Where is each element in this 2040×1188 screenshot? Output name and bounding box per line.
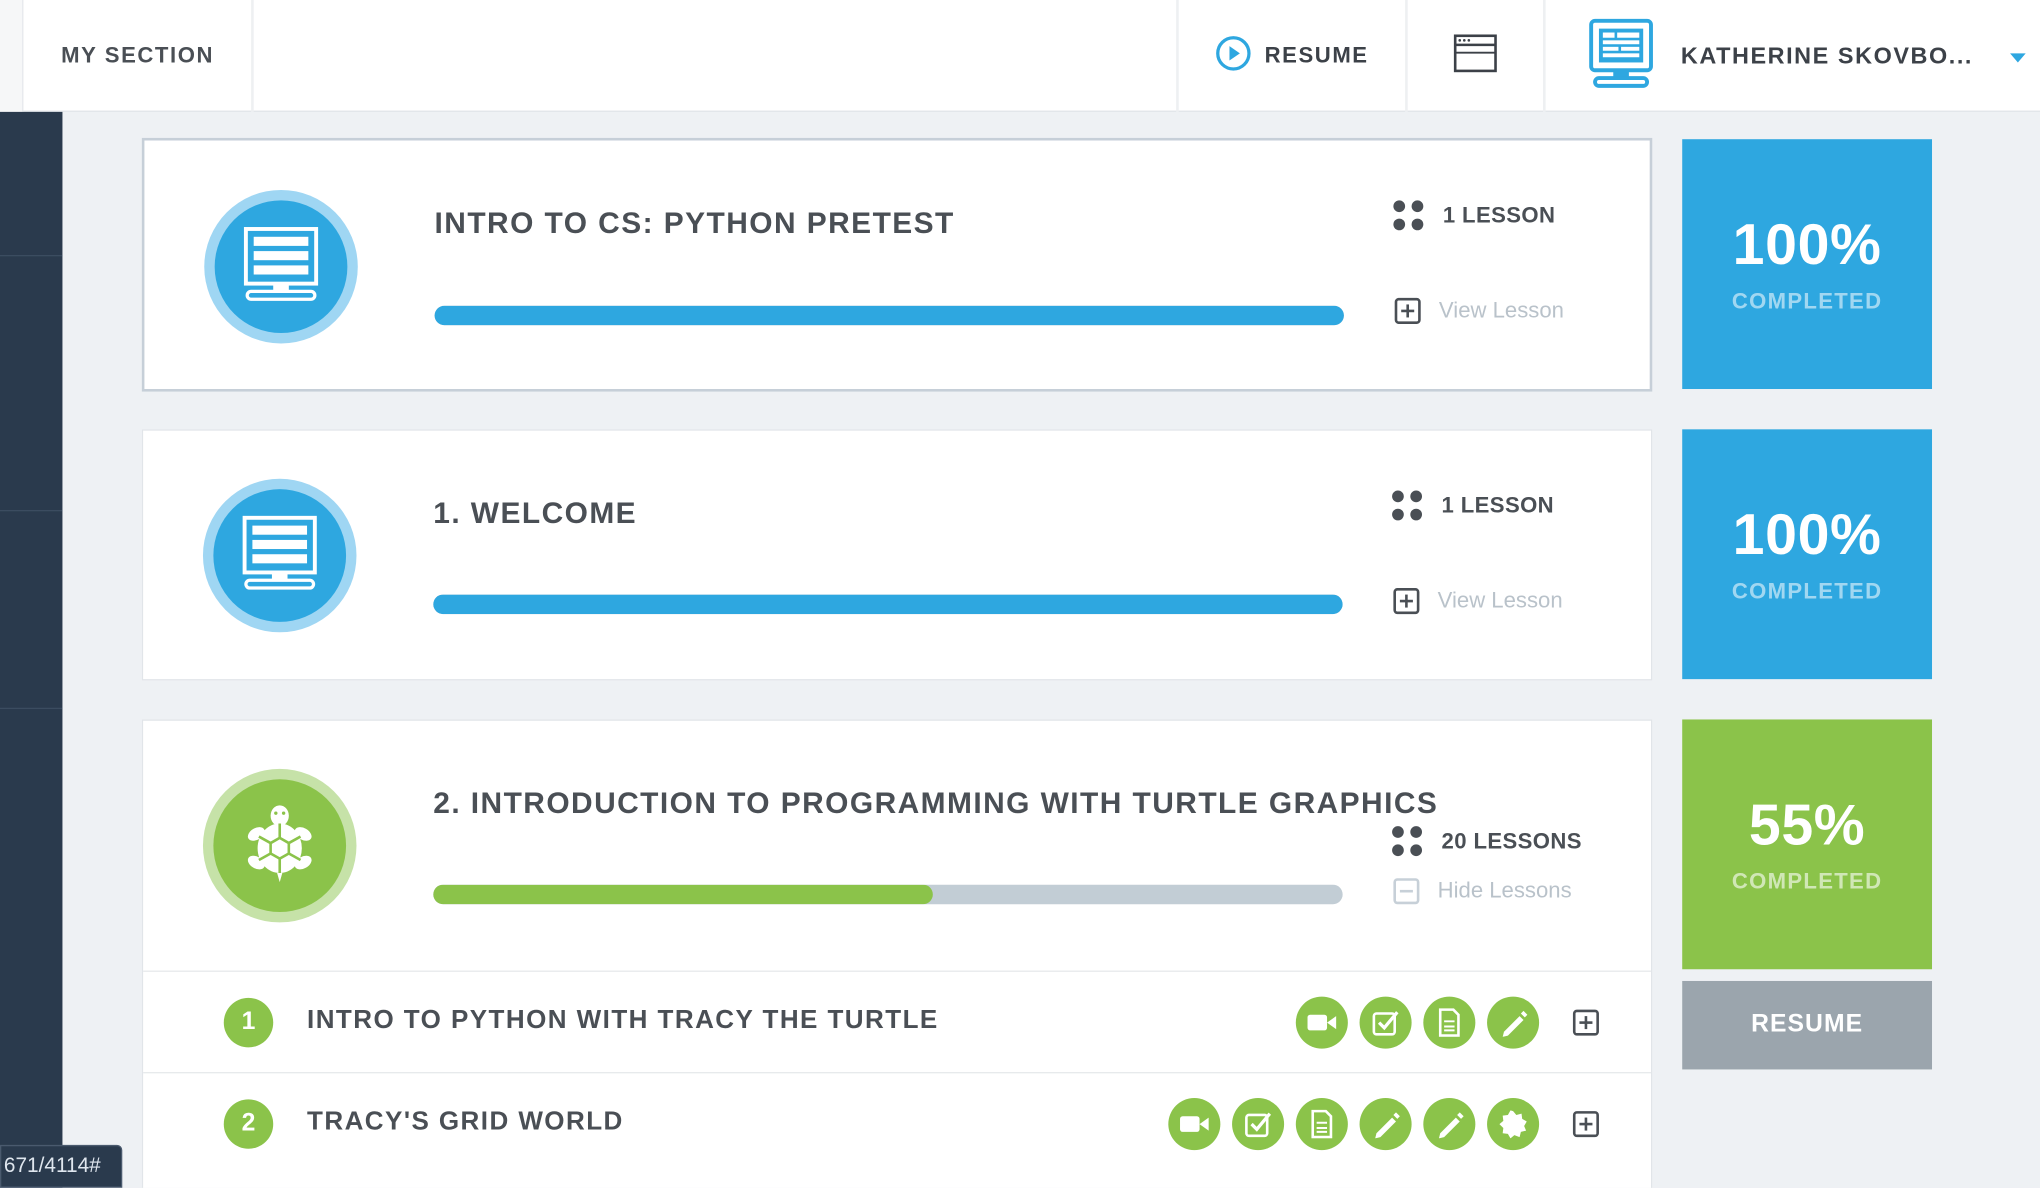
plus-box-icon bbox=[1393, 588, 1420, 615]
pencil-icon[interactable] bbox=[1359, 1098, 1412, 1151]
sidebar-divider bbox=[0, 509, 63, 512]
lesson-row[interactable]: 2 TRACY'S GRID WORLD bbox=[143, 1072, 1651, 1173]
module-emblem bbox=[202, 768, 357, 923]
module-card-pretest[interactable]: INTRO TO CS: PYTHON PRETEST 1 LESSON Vie… bbox=[141, 137, 1653, 392]
sidebar-divider bbox=[0, 707, 63, 710]
user-avatar-icon bbox=[1587, 16, 1655, 95]
completed-label: COMPLETED bbox=[1731, 578, 1883, 604]
checkbox-icon[interactable] bbox=[1359, 996, 1412, 1049]
module-emblem bbox=[204, 189, 358, 344]
module-card-turtle-graphics[interactable]: 2. INTRODUCTION TO PROGRAMMING WITH TURT… bbox=[141, 719, 1653, 1188]
sidebar-divider bbox=[0, 254, 63, 257]
module-progress-bar bbox=[433, 884, 1343, 905]
pencil-icon[interactable] bbox=[1423, 1098, 1476, 1151]
completion-percent: 100% bbox=[1732, 503, 1882, 568]
lesson-count-label: 1 LESSON bbox=[1441, 492, 1555, 518]
lesson-count-label: 1 LESSON bbox=[1442, 202, 1556, 228]
my-section-link[interactable]: MY SECTION bbox=[23, 0, 254, 112]
document-icon[interactable] bbox=[1423, 996, 1476, 1049]
hide-lessons-toggle[interactable]: Hide Lessons bbox=[1393, 878, 1572, 905]
module-emblem bbox=[202, 478, 357, 633]
completed-label: COMPLETED bbox=[1731, 869, 1883, 894]
plus-box-icon bbox=[1394, 297, 1421, 324]
minus-box-icon bbox=[1393, 878, 1420, 905]
view-lesson-label: View Lesson bbox=[1437, 588, 1563, 613]
user-menu[interactable]: KATHERINE SKOVBO... bbox=[1546, 0, 2040, 112]
user-name: KATHERINE SKOVBO... bbox=[1680, 42, 1973, 69]
module-title[interactable]: 1. WELCOME bbox=[433, 496, 637, 531]
video-icon[interactable] bbox=[1168, 1098, 1221, 1151]
completion-box: 100% COMPLETED bbox=[1682, 139, 1933, 390]
resume-link[interactable]: RESUME bbox=[1176, 0, 1408, 112]
lesson-count: 1 LESSON bbox=[1392, 490, 1555, 521]
lesson-count: 1 LESSON bbox=[1393, 200, 1556, 231]
play-circle-icon bbox=[1215, 34, 1251, 77]
completion-percent: 100% bbox=[1732, 213, 1882, 278]
completion-box: 100% COMPLETED bbox=[1682, 429, 1933, 680]
checkbox-icon[interactable] bbox=[1232, 1098, 1285, 1151]
expand-lesson-icon[interactable] bbox=[1572, 1009, 1599, 1036]
video-icon[interactable] bbox=[1295, 996, 1348, 1049]
lesson-row[interactable]: 1 INTRO TO PYTHON WITH TRACY THE TURTLE bbox=[143, 970, 1651, 1072]
completion-box: 55% COMPLETED bbox=[1682, 719, 1933, 970]
grid-dots-icon bbox=[1392, 826, 1423, 857]
view-lesson-label: View Lesson bbox=[1438, 297, 1564, 323]
progress-fill bbox=[433, 884, 934, 905]
lesson-activities bbox=[1295, 996, 1599, 1049]
lesson-count: 20 LESSONS bbox=[1392, 826, 1582, 857]
my-section-label: MY SECTION bbox=[61, 42, 214, 68]
module-card-welcome[interactable]: 1. WELCOME 1 LESSON View Lesson bbox=[141, 429, 1653, 681]
lesson-title[interactable]: INTRO TO PYTHON WITH TRACY THE TURTLE bbox=[307, 1006, 939, 1036]
module-progress-bar bbox=[433, 594, 1343, 615]
left-sidebar bbox=[0, 111, 63, 1188]
module-progress-bar bbox=[434, 305, 1344, 326]
badge-icon[interactable] bbox=[1487, 1098, 1540, 1151]
status-bar-url: 671/4114# bbox=[0, 1144, 123, 1188]
hide-lessons-label: Hide Lessons bbox=[1437, 878, 1572, 903]
view-lesson-toggle[interactable]: View Lesson bbox=[1394, 297, 1564, 324]
view-lesson-toggle[interactable]: View Lesson bbox=[1393, 588, 1563, 615]
lesson-number-badge: 1 bbox=[223, 997, 274, 1048]
lesson-count-label: 20 LESSONS bbox=[1441, 828, 1582, 853]
module-title[interactable]: INTRO TO CS: PYTHON PRETEST bbox=[435, 206, 955, 241]
top-bar: MY SECTION RESUME KATHERINE SKOVBO... bbox=[0, 0, 2040, 112]
grid-dots-icon bbox=[1393, 200, 1424, 231]
computer-icon bbox=[239, 224, 322, 309]
browser-window-icon bbox=[1453, 33, 1497, 79]
grid-dots-icon bbox=[1392, 490, 1423, 521]
top-left-strip bbox=[0, 0, 24, 112]
completed-label: COMPLETED bbox=[1731, 288, 1883, 314]
expand-lesson-icon[interactable] bbox=[1572, 1111, 1599, 1138]
resume-label: RESUME bbox=[1264, 42, 1369, 68]
computer-icon bbox=[238, 513, 321, 598]
document-icon[interactable] bbox=[1295, 1098, 1348, 1151]
window-button[interactable] bbox=[1408, 0, 1546, 112]
lesson-activities bbox=[1168, 1098, 1599, 1151]
completion-percent: 55% bbox=[1748, 793, 1866, 858]
lesson-title[interactable]: TRACY'S GRID WORLD bbox=[307, 1107, 624, 1137]
lesson-number-badge: 2 bbox=[223, 1099, 274, 1149]
module-resume-button[interactable]: RESUME bbox=[1682, 980, 1933, 1070]
turtle-icon bbox=[243, 802, 316, 889]
progress-fill bbox=[434, 305, 1344, 326]
progress-fill bbox=[433, 594, 1343, 615]
pencil-icon[interactable] bbox=[1487, 996, 1540, 1049]
chevron-down-icon[interactable] bbox=[2009, 44, 2027, 71]
module-title[interactable]: 2. INTRODUCTION TO PROGRAMMING WITH TURT… bbox=[433, 786, 1438, 821]
